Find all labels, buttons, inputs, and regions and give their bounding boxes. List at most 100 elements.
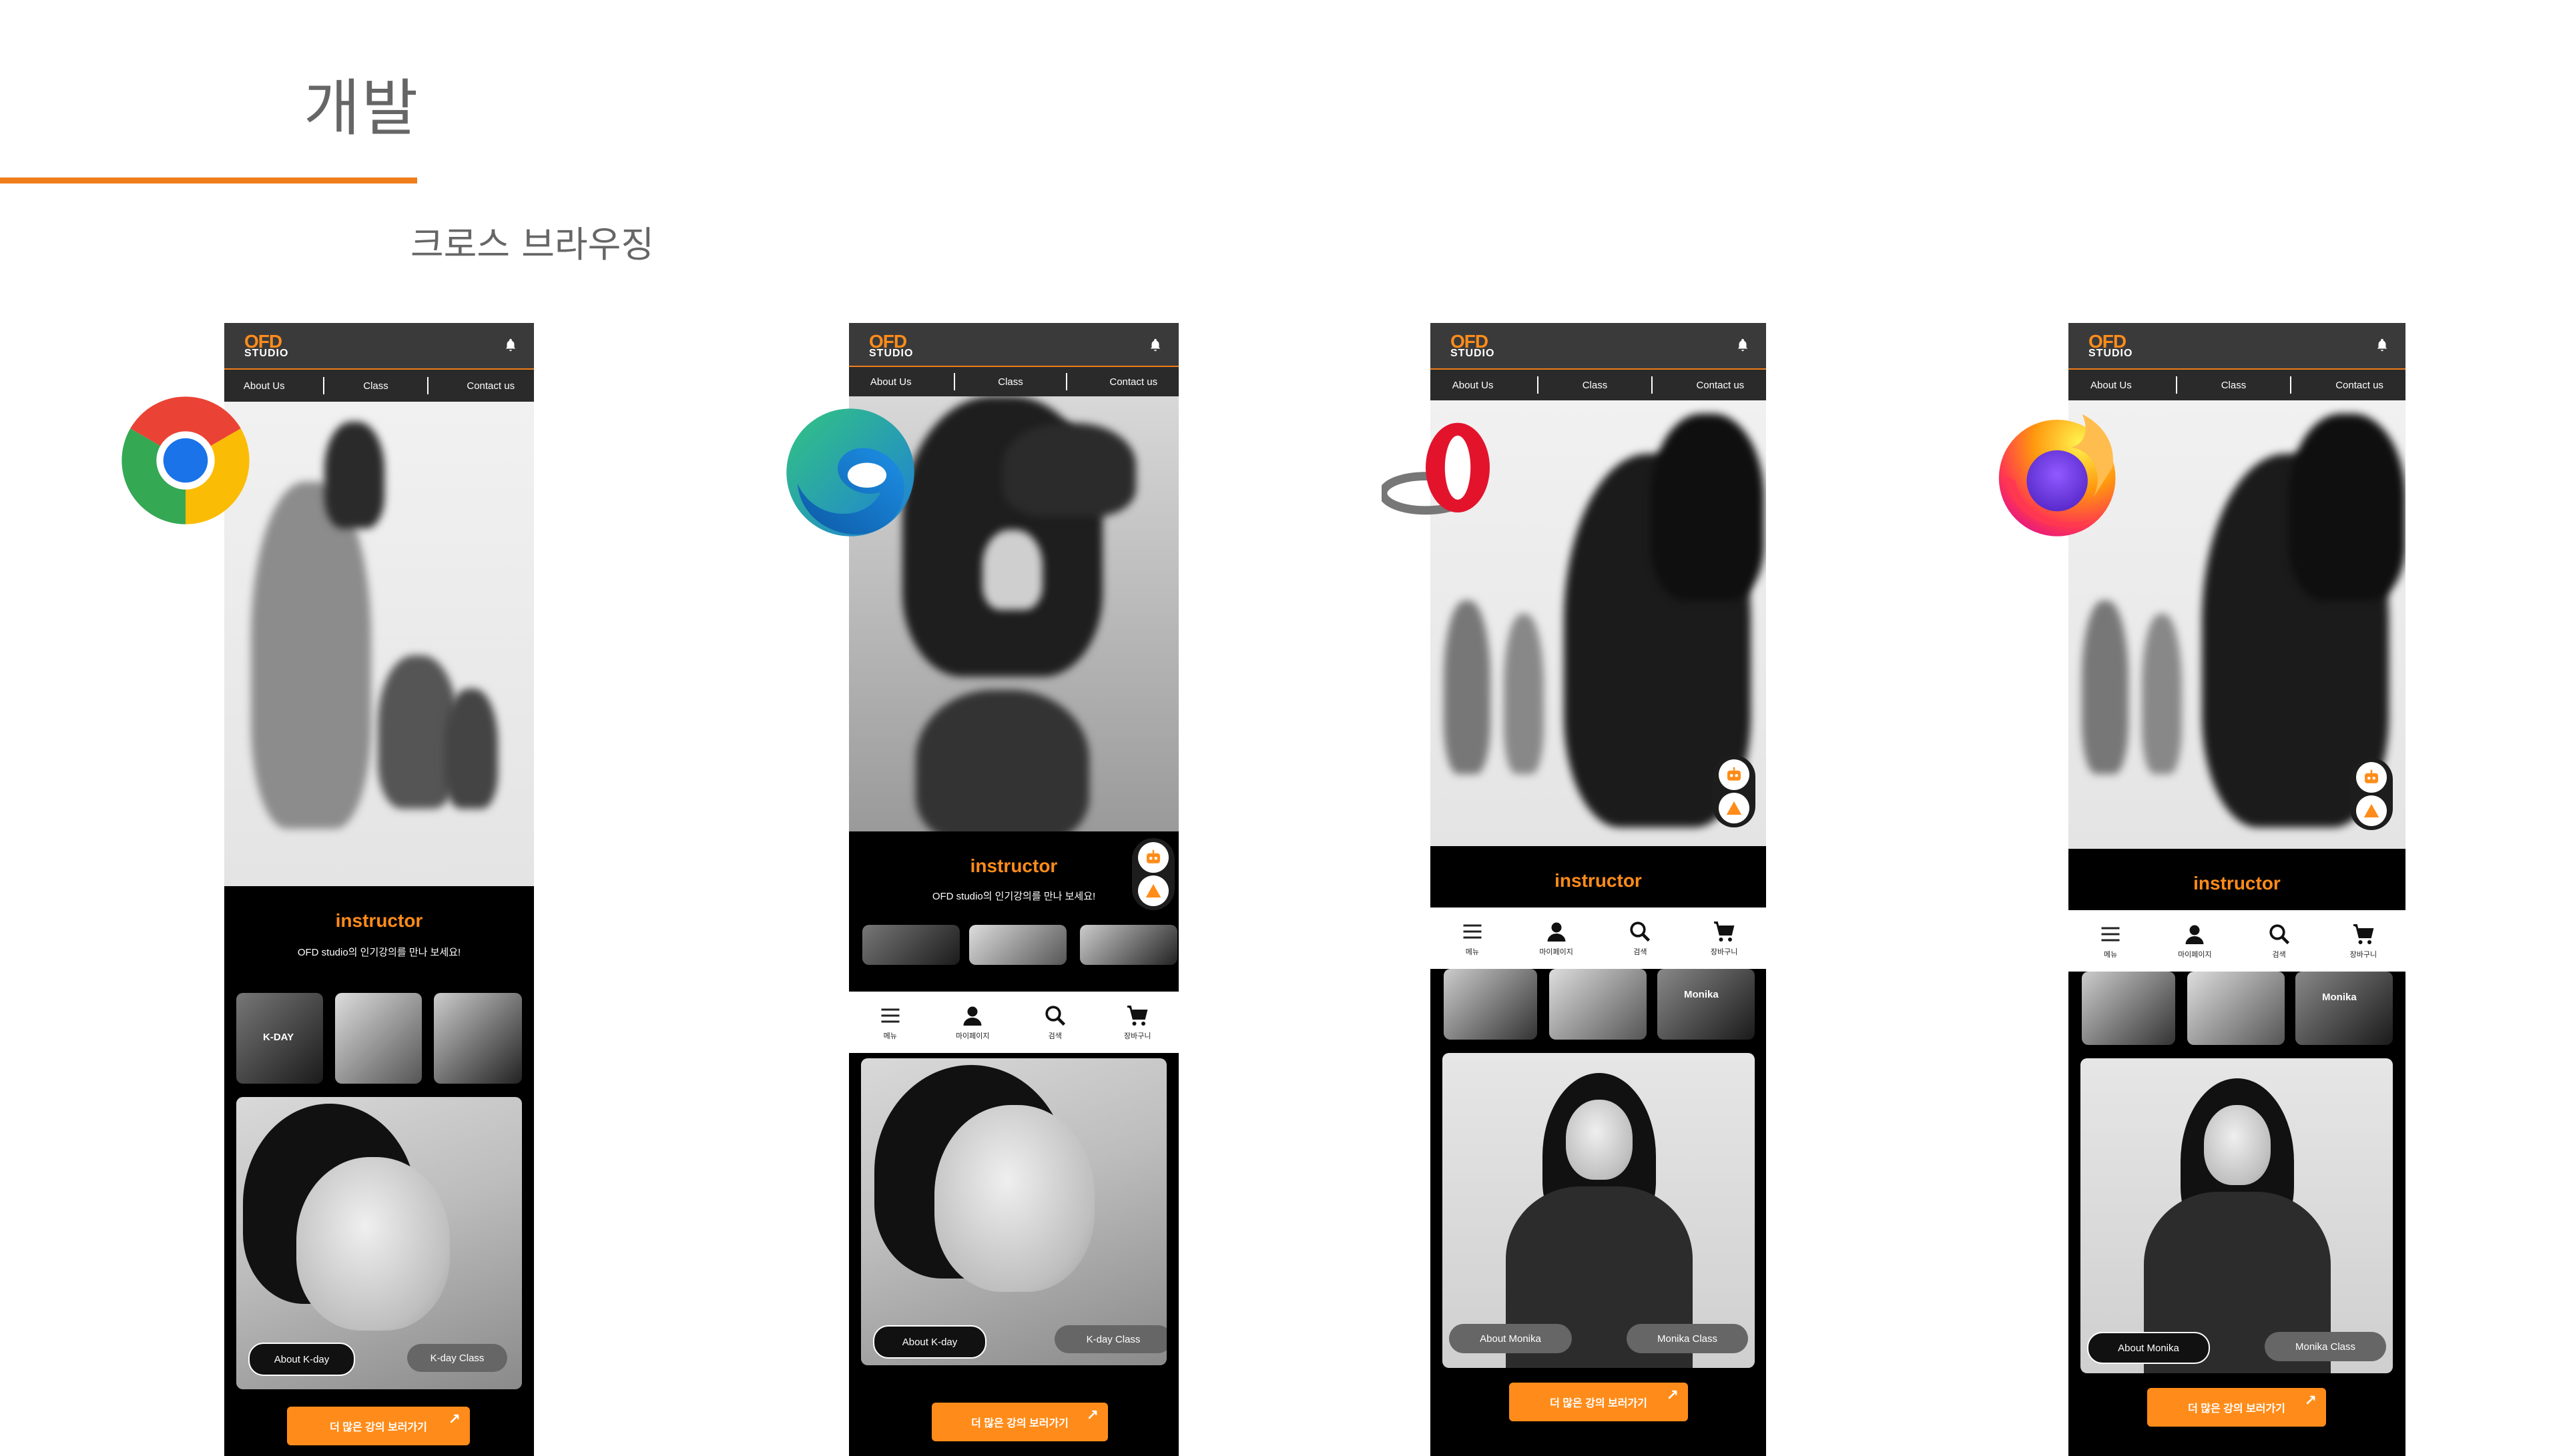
tab-search[interactable]: 검색: [1014, 1004, 1097, 1041]
tab-cart[interactable]: 장바구니: [2321, 922, 2405, 960]
studio-logo[interactable]: OFD STUDIO: [869, 332, 913, 359]
tab-mypage[interactable]: 마이페이지: [932, 1004, 1015, 1041]
about-kday-button[interactable]: About K-day: [873, 1325, 986, 1359]
app-nav: About Us Class Contact us: [1430, 368, 1766, 400]
slide-title: 개발: [304, 73, 420, 144]
bottom-tab-bar: 메뉴 마이페이지 검색 장바구니: [2068, 910, 2405, 972]
chrome-icon: [121, 396, 250, 524]
about-monika-button[interactable]: About Monika: [1449, 1324, 1572, 1353]
bell-icon[interactable]: [2375, 338, 2389, 352]
user-icon: [963, 1006, 982, 1026]
chatbot-button[interactable]: [1719, 759, 1749, 790]
tab-mypage[interactable]: 마이페이지: [2153, 922, 2237, 960]
thumb-instructor-2[interactable]: [2187, 972, 2285, 1045]
feature-section: About K-day K-day Class 더 많은 강의 보러가기 ↗: [849, 1053, 1179, 1456]
floating-buttons: [1713, 755, 1755, 827]
chatbot-button[interactable]: [1138, 842, 1169, 873]
thumb-instructor-1[interactable]: [1444, 969, 1537, 1040]
nav-contact-us[interactable]: Contact us: [467, 380, 515, 392]
thumb-instructor-3[interactable]: [434, 993, 522, 1084]
feature-card-monika[interactable]: About Monika Monika Class: [1442, 1053, 1755, 1368]
bell-icon[interactable]: [1735, 338, 1750, 352]
kday-class-button[interactable]: K-day Class: [1055, 1325, 1167, 1353]
about-monika-button[interactable]: About Monika: [2087, 1332, 2210, 1364]
robot-icon: [1147, 849, 1160, 863]
tab-menu[interactable]: 메뉴: [2068, 922, 2153, 960]
more-classes-button[interactable]: 더 많은 강의 보러가기 ↗: [932, 1403, 1108, 1441]
studio-logo[interactable]: OFD STUDIO: [244, 332, 288, 359]
arrow-icon: ↗: [2304, 1392, 2317, 1409]
tab-menu[interactable]: 메뉴: [1430, 920, 1514, 957]
more-classes-button[interactable]: 더 많은 강의 보러가기 ↗: [287, 1407, 470, 1445]
tab-cart[interactable]: 장바구니: [1682, 920, 1766, 957]
nav-class[interactable]: Class: [2221, 380, 2247, 391]
nav-class[interactable]: Class: [998, 376, 1023, 388]
floating-buttons: [2350, 758, 2393, 830]
feature-card-kday[interactable]: About K-day K-day Class: [236, 1097, 522, 1389]
nav-contact-us[interactable]: Contact us: [2335, 380, 2383, 391]
instructor-section: instructor OFD studio의 인기강의를 만나 보세요!: [849, 831, 1179, 965]
slide-subtitle: 크로스 브라우징: [410, 224, 654, 266]
thumb-monika[interactable]: Monika: [2295, 972, 2393, 1045]
more-classes-button[interactable]: 더 많은 강의 보러가기 ↗: [2147, 1388, 2326, 1427]
thumb-instructor-1[interactable]: [2082, 972, 2175, 1045]
thumb-kday[interactable]: K-DAY: [236, 993, 323, 1084]
search-icon: [2269, 924, 2289, 945]
search-icon: [1630, 922, 1651, 942]
tab-mypage[interactable]: 마이페이지: [1514, 920, 1599, 957]
scroll-top-button[interactable]: [1138, 875, 1169, 906]
scroll-top-button[interactable]: [1719, 793, 1749, 823]
app-nav: About Us Class Contact us: [2068, 368, 2405, 400]
bottom-tab-bar: 메뉴 마이페이지 검색 장바구니: [1430, 907, 1766, 969]
feature-card-kday[interactable]: About K-day K-day Class: [861, 1058, 1167, 1365]
nav-about-us[interactable]: About Us: [244, 380, 285, 392]
thumb-instructor-2[interactable]: [335, 993, 422, 1084]
phone-screen-chrome: OFD STUDIO About Us Class Contact us ins…: [224, 323, 534, 1456]
instructor-title: instructor: [2193, 873, 2281, 893]
chatbot-button[interactable]: [2356, 762, 2387, 793]
monika-class-button[interactable]: Monika Class: [2265, 1332, 2386, 1361]
kday-class-button[interactable]: K-day Class: [407, 1344, 507, 1372]
bell-icon[interactable]: [1148, 338, 1163, 352]
instructor-title: instructor: [970, 855, 1058, 876]
opera-icon: [1382, 422, 1490, 515]
nav-contact-us[interactable]: Contact us: [1109, 376, 1157, 388]
cart-icon: [1127, 1006, 1148, 1026]
nav-about-us[interactable]: About Us: [1452, 380, 1494, 391]
cart-icon: [2353, 924, 2374, 944]
robot-icon: [2365, 769, 2378, 783]
thumb-instructor-2[interactable]: [969, 925, 1067, 965]
nav-class[interactable]: Class: [363, 380, 388, 392]
studio-logo[interactable]: OFD STUDIO: [1450, 332, 1494, 359]
nav-about-us[interactable]: About Us: [2090, 380, 2132, 391]
monika-class-button[interactable]: Monika Class: [1627, 1324, 1748, 1353]
feature-card-monika[interactable]: About Monika Monika Class: [2080, 1058, 2393, 1373]
tab-cart[interactable]: 장바구니: [1097, 1004, 1179, 1041]
bell-icon[interactable]: [503, 338, 518, 352]
feature-section: Monika About Monika Monika Class 더 많은 강의…: [2068, 972, 2405, 1456]
tab-search[interactable]: 검색: [1599, 920, 1683, 957]
arrow-icon: ↗: [1086, 1407, 1099, 1423]
thumb-instructor-1[interactable]: [862, 925, 960, 965]
nav-about-us[interactable]: About Us: [870, 376, 912, 388]
app-header: OFD STUDIO: [1430, 323, 1766, 368]
feature-section: Monika About Monika Monika Class 더 많은 강의…: [1430, 969, 1766, 1456]
tab-menu[interactable]: 메뉴: [849, 1004, 932, 1041]
studio-logo[interactable]: OFD STUDIO: [2088, 332, 2132, 359]
thumb-monika[interactable]: Monika: [1657, 969, 1755, 1040]
instructor-section: instructor: [2068, 849, 2405, 910]
app-nav: About Us Class Contact us: [224, 368, 534, 402]
nav-class[interactable]: Class: [1583, 380, 1608, 391]
more-classes-button[interactable]: 더 많은 강의 보러가기 ↗: [1509, 1383, 1688, 1421]
thumb-instructor-3[interactable]: [1080, 925, 1177, 965]
tab-search[interactable]: 검색: [2237, 922, 2321, 960]
scroll-top-button[interactable]: [2356, 795, 2387, 826]
menu-icon: [881, 1008, 900, 1023]
thumb-instructor-2[interactable]: [1549, 969, 1647, 1040]
search-icon: [1045, 1006, 1065, 1026]
edge-icon: [786, 408, 914, 536]
robot-icon: [1727, 767, 1741, 781]
menu-icon: [1463, 924, 1482, 939]
about-kday-button[interactable]: About K-day: [248, 1343, 355, 1376]
nav-contact-us[interactable]: Contact us: [1696, 380, 1744, 391]
